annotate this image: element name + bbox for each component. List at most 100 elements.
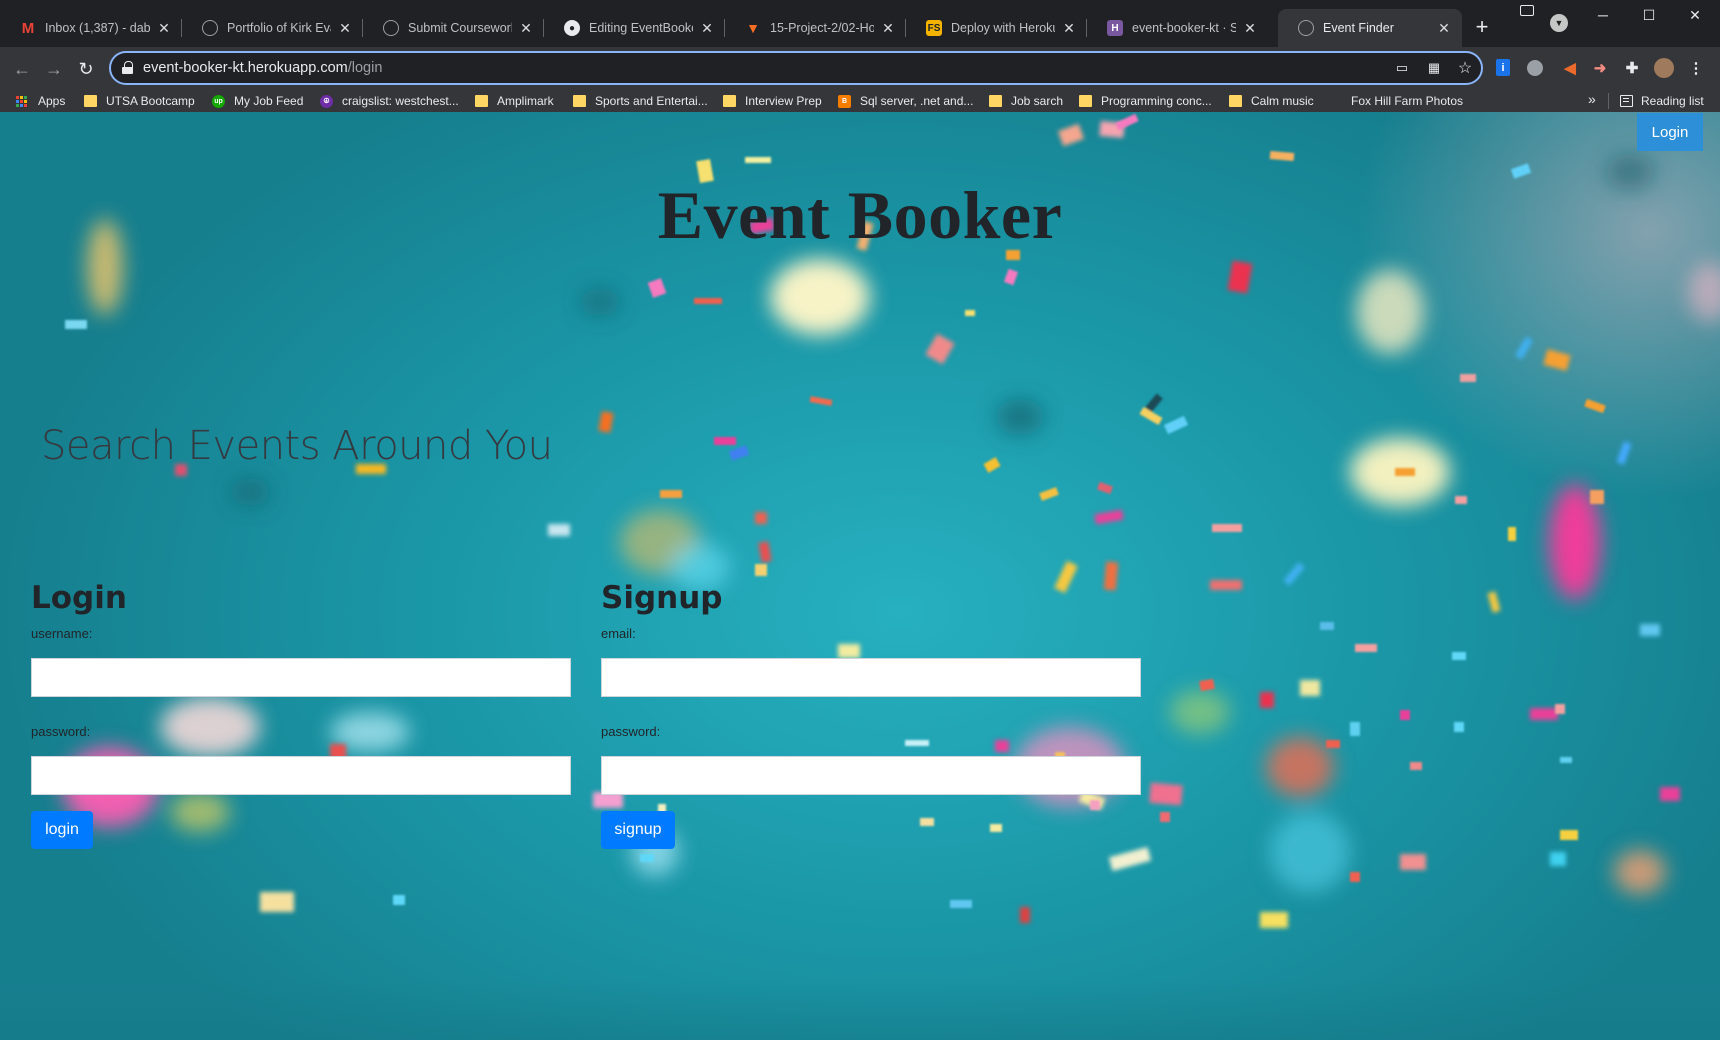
tab-title: Submit Coursework | — [408, 21, 512, 35]
bookmark-calm-music[interactable]: Calm music — [1229, 91, 1314, 111]
qr-code-icon[interactable]: ▦ — [1425, 59, 1443, 77]
blogger-icon: B — [838, 94, 851, 108]
close-tab-icon[interactable]: ✕ — [1061, 20, 1077, 37]
bookmark-fox-hill-farm[interactable]: Fox Hill Farm Photos — [1351, 91, 1463, 111]
close-tab-icon[interactable]: ✕ — [699, 20, 715, 37]
chrome-menu-icon[interactable]: ⋮ — [1686, 58, 1706, 78]
address-bar[interactable]: event-booker-kt.herokuapp.com/login ▭ ▦ … — [109, 51, 1483, 85]
bookmark-amplimark[interactable]: Amplimark — [475, 91, 554, 111]
login-password-label: password: — [31, 724, 91, 739]
email-label: email: — [601, 626, 636, 641]
bookmark-utsa-bootcamp[interactable]: UTSA Bootcamp — [84, 91, 195, 111]
url-text[interactable]: event-booker-kt.herokuapp.com/login — [143, 60, 382, 76]
close-tab-icon[interactable]: ✕ — [337, 20, 353, 37]
signup-button[interactable]: signup — [601, 811, 675, 849]
login-password-input[interactable] — [31, 756, 571, 795]
more-bookmarks-button[interactable]: » — [1588, 91, 1596, 107]
bookmark-programming[interactable]: Programming conc... — [1079, 91, 1212, 111]
bookmark-label: craigslist: westchest... — [342, 94, 459, 108]
login-heading: Login — [31, 580, 127, 616]
extension-arrow-icon[interactable]: ➜ — [1590, 58, 1610, 78]
bookmark-star-icon[interactable]: ☆ — [1456, 59, 1474, 77]
reading-list-icon — [1620, 95, 1633, 107]
tab-event-finder[interactable]: Event Finder ✕ — [1278, 9, 1462, 47]
tab-title: 15-Project-2/02-Hom — [770, 21, 874, 35]
back-icon[interactable]: ← — [10, 57, 34, 81]
close-tab-icon[interactable]: ✕ — [880, 20, 896, 37]
craigslist-icon: ☮ — [320, 94, 333, 108]
github-icon: ● — [564, 20, 580, 36]
lock-icon[interactable] — [122, 61, 133, 74]
folder-icon — [573, 95, 586, 107]
media-control-icon[interactable] — [1520, 5, 1534, 16]
bookmark-my-job-feed[interactable]: up My Job Feed — [212, 91, 303, 111]
folder-icon — [723, 95, 736, 107]
bookmark-sports[interactable]: Sports and Entertai... — [573, 91, 708, 111]
globe-icon — [202, 20, 218, 36]
tab-submit-coursework[interactable]: Submit Coursework | ✕ — [363, 9, 544, 47]
bookmark-label: Programming conc... — [1101, 94, 1212, 108]
nav-login-button[interactable]: Login — [1637, 113, 1703, 151]
reading-list-label: Reading list — [1641, 94, 1704, 108]
close-tab-icon[interactable]: ✕ — [1242, 20, 1258, 37]
close-window-icon[interactable]: ✕ — [1672, 0, 1718, 30]
close-tab-icon[interactable]: ✕ — [156, 20, 172, 37]
profile-avatar[interactable] — [1654, 58, 1674, 78]
maximize-icon[interactable]: ☐ — [1626, 0, 1672, 30]
tab-title: Inbox (1,387) - dablun — [45, 21, 150, 35]
browser-tab-strip: M Inbox (1,387) - dablun ✕ Portfolio of … — [0, 0, 1720, 47]
bookmark-label: Interview Prep — [745, 94, 822, 108]
forward-icon[interactable]: → — [42, 57, 66, 81]
username-input[interactable] — [31, 658, 571, 697]
bookmark-sql-server[interactable]: B Sql server, .net and... — [838, 91, 973, 111]
bookmark-job-sarch[interactable]: Job sarch — [989, 91, 1063, 111]
email-input[interactable] — [601, 658, 1141, 697]
folder-icon — [1079, 95, 1092, 107]
apps-grid-icon — [16, 95, 29, 107]
globe-icon — [383, 20, 399, 36]
reload-icon[interactable]: ↻ — [74, 57, 98, 81]
upwork-icon: up — [212, 94, 225, 108]
bookmark-label: Apps — [38, 94, 66, 108]
new-tab-button[interactable]: + — [1471, 14, 1493, 40]
folder-icon — [84, 95, 97, 107]
tab-title: Portfolio of Kirk Evan T — [227, 21, 331, 35]
install-app-icon[interactable]: ▭ — [1393, 59, 1411, 77]
bookmark-apps[interactable]: Apps — [16, 91, 65, 111]
tab-search-icon[interactable]: ▼ — [1550, 14, 1568, 32]
extension-circle-icon[interactable] — [1527, 60, 1543, 76]
tab-github[interactable]: ● Editing EventBooker/R ✕ — [544, 9, 725, 47]
tab-title: event-booker-kt · Sett — [1132, 21, 1236, 35]
tab-title: Event Finder — [1323, 21, 1394, 35]
page-title: Event Booker — [657, 177, 1063, 253]
yellow-app-icon: FS — [926, 20, 942, 36]
signup-heading: Signup — [601, 580, 723, 616]
bookmark-label: Amplimark — [497, 94, 554, 108]
bookmark-label: UTSA Bootcamp — [106, 94, 195, 108]
folder-icon — [989, 95, 1002, 107]
minimize-icon[interactable]: ─ — [1580, 0, 1626, 30]
bookmark-label: Calm music — [1251, 94, 1314, 108]
tab-deploy-heroku[interactable]: FS Deploy with Heroku a ✕ — [906, 9, 1087, 47]
bookmark-label: My Job Feed — [234, 94, 304, 108]
tab-heroku-settings[interactable]: H event-booker-kt · Sett ✕ — [1087, 9, 1268, 47]
reading-list-button[interactable]: Reading list — [1620, 91, 1704, 111]
bookmark-craigslist[interactable]: ☮ craigslist: westchest... — [320, 91, 459, 111]
page-subtitle: Search Events Around You — [41, 423, 553, 469]
page-viewport: Login Event Booker Search Events Around … — [0, 112, 1720, 1040]
signup-password-input[interactable] — [601, 756, 1141, 795]
tab-gmail[interactable]: M Inbox (1,387) - dablun ✕ — [0, 9, 182, 47]
close-tab-icon[interactable]: ✕ — [518, 20, 534, 37]
tab-gitlab[interactable]: ▼ 15-Project-2/02-Hom ✕ — [725, 9, 906, 47]
bookmark-label: Sports and Entertai... — [595, 94, 708, 108]
tab-title: Editing EventBooker/R — [589, 21, 693, 35]
login-button[interactable]: login — [31, 811, 93, 849]
extension-orange-icon[interactable]: ◀ — [1560, 58, 1580, 78]
tab-portfolio[interactable]: Portfolio of Kirk Evan T ✕ — [182, 9, 363, 47]
close-tab-icon[interactable]: ✕ — [1436, 20, 1452, 37]
bookmark-interview-prep[interactable]: Interview Prep — [723, 91, 822, 111]
extensions-puzzle-icon[interactable]: ✚ — [1622, 58, 1642, 78]
gmail-icon: M — [21, 19, 35, 37]
folder-icon — [475, 95, 488, 107]
extension-info-icon[interactable]: i — [1496, 59, 1510, 76]
